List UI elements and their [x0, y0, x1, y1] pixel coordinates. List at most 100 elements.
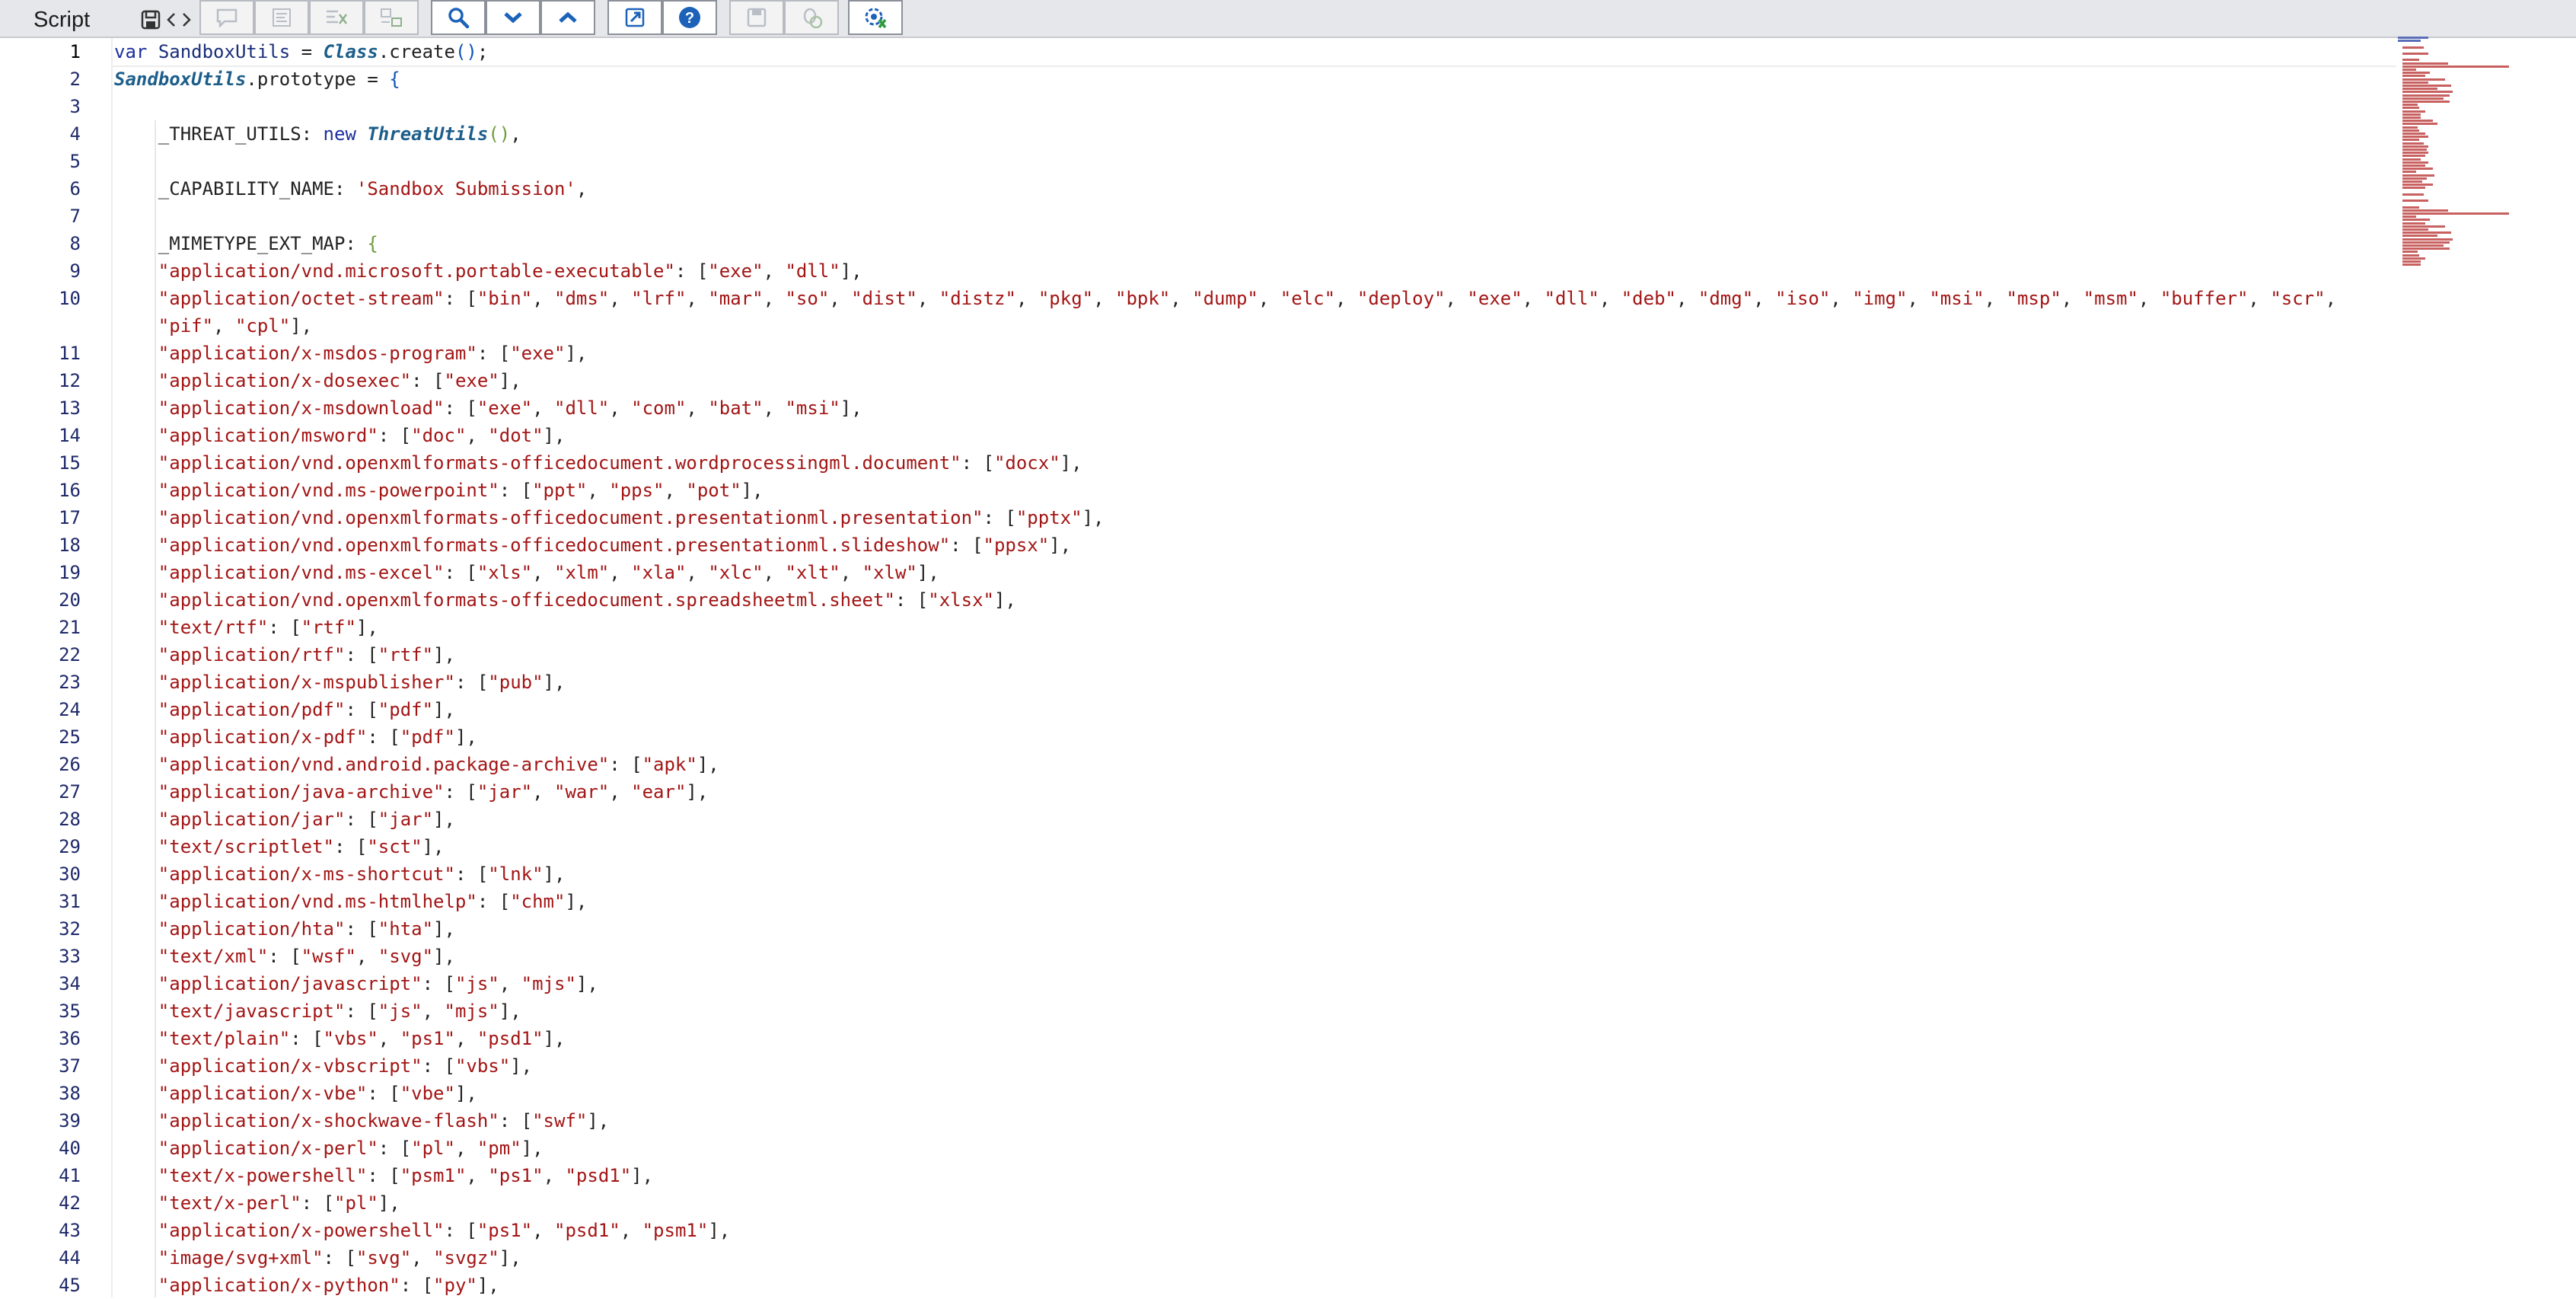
code-text: "application/x-vbe": ["vbe"], [158, 1083, 477, 1104]
line-number: 43 [59, 1220, 81, 1241]
code-text: "image/svg+xml": ["svg", "svgz"], [158, 1247, 521, 1269]
code-text: "application/vnd.microsoft.portable-exec… [158, 260, 862, 282]
minimap-row [2402, 215, 2416, 219]
comment-button[interactable] [199, 0, 254, 35]
line-number: 6 [69, 178, 81, 199]
align-button[interactable] [364, 0, 419, 35]
format-button[interactable] [254, 0, 309, 35]
code-editor[interactable]: 1 var SandboxUtils = Class.create(); 2 Sand… [0, 38, 2396, 1297]
minimap-row [2402, 209, 2448, 212]
line-number: 27 [59, 781, 81, 803]
code-text: "application/x-python": ["py"], [158, 1275, 499, 1296]
open-external-button[interactable] [607, 0, 662, 35]
line-number: 45 [59, 1275, 81, 1296]
minimap-row [2402, 62, 2448, 65]
minimap-row [2402, 69, 2416, 71]
code-toggle-icon[interactable] [166, 9, 191, 30]
minimap-row [2402, 247, 2450, 251]
code-text: "application/x-pdf": ["pdf"], [158, 726, 477, 748]
minimap-row [2402, 120, 2433, 123]
code-minimap[interactable] [2398, 37, 2576, 356]
minimap-row [2402, 235, 2437, 238]
minimap-row [2402, 53, 2428, 55]
minimap-row [2402, 158, 2421, 161]
minimap-row [2402, 91, 2453, 94]
line-number: 16 [59, 480, 81, 501]
save-disk-button[interactable] [729, 0, 784, 35]
minimap-row [2402, 145, 2428, 148]
code-text: "text/plain": ["vbs", "ps1", "psd1"], [158, 1028, 566, 1049]
minimap-row [2402, 72, 2430, 75]
code-text: SandboxUtils.prototype = { [114, 69, 400, 90]
code-text: "text/x-powershell": ["psm1", "ps1", "ps… [158, 1165, 654, 1186]
minimap-row [2402, 110, 2425, 113]
scan-button[interactable] [784, 0, 839, 35]
line-number: 31 [59, 891, 81, 912]
minimap-row [2402, 219, 2430, 222]
line-number: 42 [59, 1192, 81, 1214]
line-number: 41 [59, 1165, 81, 1186]
minimap-row [2402, 88, 2437, 91]
code-text: "application/java-archive": ["jar", "war… [158, 781, 709, 803]
minimap-row [2402, 193, 2424, 196]
minimap-row [2402, 225, 2445, 228]
minimap-row [2402, 75, 2425, 78]
code-text: "application/vnd.ms-powerpoint": ["ppt",… [158, 480, 764, 501]
line-number: 23 [59, 672, 81, 693]
minimap-row [2402, 148, 2427, 151]
minimap-row [2402, 254, 2419, 257]
code-text: var SandboxUtils = Class.create(); [114, 41, 489, 62]
minimap-row [2402, 199, 2428, 203]
line-number: 15 [59, 452, 81, 474]
minimap-row [2402, 116, 2421, 119]
minimap-row [2402, 263, 2421, 267]
line-number: 19 [59, 562, 81, 583]
code-text: "text/rtf": ["rtf"], [158, 617, 378, 638]
code-text: "application/vnd.ms-htmlhelp": ["chm"], [158, 891, 588, 912]
minimap-row [2402, 46, 2424, 49]
code-text: "text/xml": ["wsf", "svg"], [158, 946, 455, 967]
minimap-row [2402, 59, 2419, 62]
remove-comment-button[interactable] [309, 0, 364, 35]
minimap-row [2402, 65, 2509, 68]
code-text: "application/x-msdos-program": ["exe"], [158, 343, 588, 364]
line-number: 25 [59, 726, 81, 748]
line-number: 39 [59, 1110, 81, 1131]
line-number: 22 [59, 644, 81, 665]
line-number: 21 [59, 617, 81, 638]
line-number: 36 [59, 1028, 81, 1049]
minimap-row [2402, 129, 2419, 132]
line-number: 18 [59, 535, 81, 556]
debug-button[interactable] [848, 0, 903, 35]
line-number: 34 [59, 973, 81, 994]
line-number: 9 [69, 260, 81, 282]
minimap-row [2402, 228, 2428, 231]
minimap-row [2402, 136, 2428, 139]
line-number: 3 [69, 96, 81, 117]
svg-text:?: ? [685, 10, 694, 27]
script-toolbar: Script ? [0, 0, 2576, 38]
gutter-divider [111, 38, 113, 1297]
code-text: "application/x-mspublisher": ["pub"], [158, 672, 566, 693]
line-number: 10 [59, 288, 81, 309]
minimap-row [2402, 161, 2428, 164]
minimap-row [2402, 260, 2421, 263]
minimap-row [2402, 85, 2451, 87]
line-number: 32 [59, 918, 81, 940]
previous-button[interactable] [540, 0, 595, 35]
code-text: "pif", "cpl"], [158, 315, 313, 337]
code-text: "application/vnd.openxmlformats-officedo… [158, 535, 1072, 556]
minimap-row [2402, 155, 2425, 158]
minimap-row [2402, 241, 2450, 244]
next-button[interactable] [486, 0, 540, 35]
line-number: 24 [59, 699, 81, 720]
line-number: 11 [59, 343, 81, 364]
line-number: 2 [69, 69, 81, 90]
help-button[interactable]: ? [662, 0, 717, 35]
line-number: 1 [69, 41, 81, 62]
save-icon[interactable] [140, 9, 161, 30]
search-button[interactable] [431, 0, 486, 35]
minimap-row [2402, 222, 2425, 225]
line-number: 37 [59, 1055, 81, 1077]
minimap-row [2402, 101, 2450, 103]
